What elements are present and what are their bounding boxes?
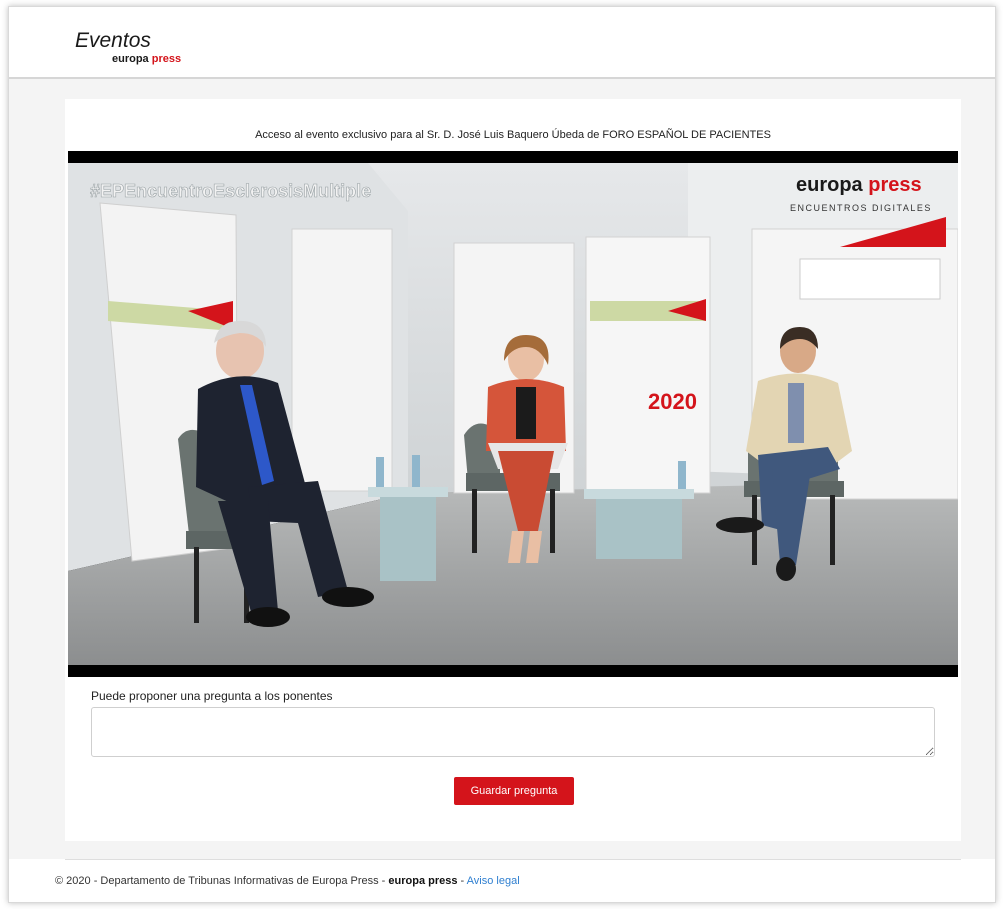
logo-word-europa: europa: [112, 53, 149, 65]
video-hashtag: #EPEncuentroEsclerosisMultiple: [90, 181, 371, 201]
site-title[interactable]: Eventos: [75, 29, 151, 53]
site-logo[interactable]: europa press: [112, 53, 181, 65]
event-card: Acceso al evento exclusivo para al Sr. D…: [65, 99, 961, 841]
video-frame: 2020 #EPEncuentroEsclerosisMultiple euro…: [68, 151, 958, 677]
question-textarea[interactable]: [91, 707, 935, 757]
footer-brand-europa: europa: [388, 875, 426, 887]
video-logo-subtitle: ENCUENTROS DIGITALES: [790, 203, 932, 213]
access-text: Acceso al evento exclusivo para al Sr. D…: [255, 129, 771, 141]
browser-frame: Eventos europa press Acceso al evento ex…: [8, 6, 996, 903]
site-header: Eventos europa press: [9, 7, 995, 79]
site-footer: © 2020 - Departamento de Tribunas Inform…: [55, 875, 520, 887]
footer-separator: -: [457, 875, 467, 887]
video-player[interactable]: 2020 #EPEncuentroEsclerosisMultiple euro…: [68, 151, 958, 677]
footer-divider: [65, 859, 961, 860]
save-question-button[interactable]: Guardar pregunta: [454, 777, 574, 805]
banner-2: [291, 228, 393, 492]
footer-brand-press: press: [428, 875, 458, 887]
logo-word-press: press: [151, 53, 182, 65]
banner-4: 2020: [585, 236, 711, 494]
footer-copyright: © 2020 - Departamento de Tribunas Inform…: [55, 875, 389, 887]
video-logo: europa press: [796, 174, 922, 196]
banner-year-text: 2020: [648, 389, 697, 414]
question-label: Puede proponer una pregunta a los ponent…: [91, 689, 333, 703]
legal-notice-link[interactable]: Aviso legal: [467, 875, 520, 887]
